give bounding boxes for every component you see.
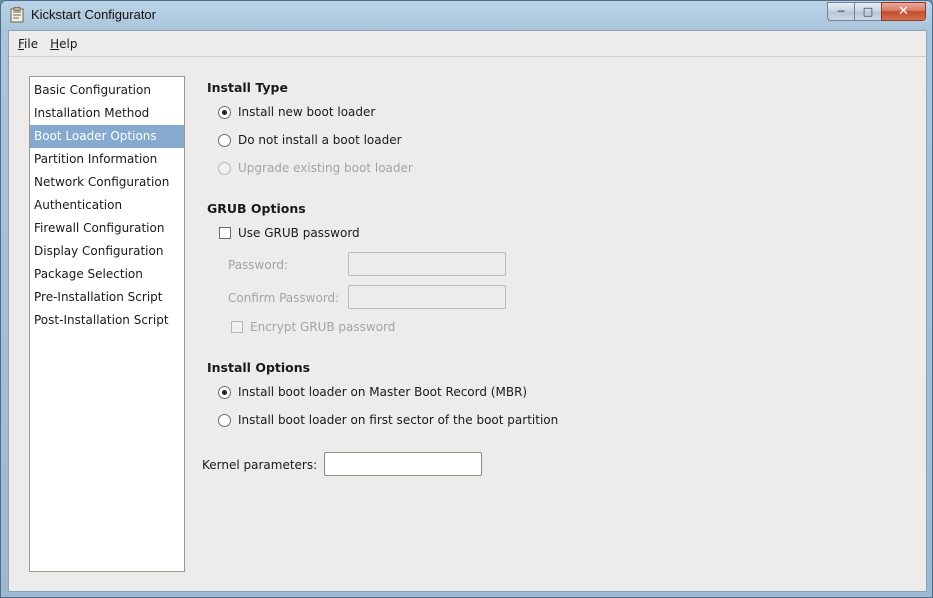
radio-indicator — [218, 161, 231, 175]
radio-indicator[interactable] — [218, 413, 231, 427]
sidebar-item-partition-information[interactable]: Partition Information — [30, 148, 184, 171]
boot-loader-panel: Install Type Install new boot loader Do … — [202, 76, 905, 576]
sidebar-item-installation-method[interactable]: Installation Method — [30, 102, 184, 125]
title-bar[interactable]: Kickstart Configurator ─ □ ✕ — [1, 1, 932, 30]
confirm-password-label: Confirm Password: — [228, 291, 340, 305]
checkbox-label: Use GRUB password — [238, 226, 360, 240]
radio-indicator[interactable] — [218, 385, 231, 399]
menu-bar: File Help — [9, 31, 926, 57]
sidebar-list: Basic Configuration Installation Method … — [29, 76, 185, 572]
radio-label: Install boot loader on Master Boot Recor… — [238, 385, 528, 399]
minimize-button[interactable]: ─ — [827, 2, 854, 21]
maximize-button[interactable]: □ — [854, 2, 881, 21]
minimize-icon: ─ — [837, 5, 845, 18]
password-label: Password: — [228, 258, 289, 272]
close-icon: ✕ — [898, 4, 909, 19]
sidebar-item-display-configuration[interactable]: Display Configuration — [30, 240, 184, 263]
password-input — [348, 252, 506, 276]
radio-label: Upgrade existing boot loader — [238, 161, 413, 175]
menu-help[interactable]: Help — [44, 37, 83, 51]
window-title: Kickstart Configurator — [31, 7, 156, 22]
client-area: File Help Basic Configuration Installati… — [8, 30, 927, 592]
kernel-parameters-input[interactable] — [324, 452, 482, 476]
radio-install-new[interactable]: Install new boot loader — [218, 105, 375, 119]
sidebar-item-network-configuration[interactable]: Network Configuration — [30, 171, 184, 194]
checkbox-use-grub-password[interactable]: Use GRUB password — [219, 226, 360, 240]
app-icon — [10, 7, 24, 23]
sidebar-item-authentication[interactable]: Authentication — [30, 194, 184, 217]
sidebar-item-boot-loader-options[interactable]: Boot Loader Options — [30, 125, 184, 148]
radio-do-not-install[interactable]: Do not install a boot loader — [218, 133, 402, 147]
close-button[interactable]: ✕ — [881, 2, 926, 21]
app-window: Kickstart Configurator ─ □ ✕ File Help B… — [0, 0, 933, 598]
sidebar-item-post-installation-script[interactable]: Post-Installation Script — [30, 309, 184, 332]
radio-install-first-sector[interactable]: Install boot loader on first sector of t… — [218, 413, 558, 427]
radio-label: Install new boot loader — [238, 105, 376, 119]
radio-install-mbr[interactable]: Install boot loader on Master Boot Recor… — [218, 385, 527, 399]
radio-upgrade-existing: Upgrade existing boot loader — [218, 161, 413, 175]
checkbox-indicator — [231, 321, 243, 333]
sidebar-item-basic-configuration[interactable]: Basic Configuration — [30, 79, 184, 102]
menu-file[interactable]: File — [12, 37, 44, 51]
sidebar-item-pre-installation-script[interactable]: Pre-Installation Script — [30, 286, 184, 309]
confirm-password-input — [348, 285, 506, 309]
sidebar-item-package-selection[interactable]: Package Selection — [30, 263, 184, 286]
sidebar-item-firewall-configuration[interactable]: Firewall Configuration — [30, 217, 184, 240]
install-type-title: Install Type — [207, 80, 288, 95]
radio-indicator[interactable] — [218, 105, 231, 119]
checkbox-encrypt-grub-password: Encrypt GRUB password — [231, 320, 395, 334]
grub-options-title: GRUB Options — [207, 201, 306, 216]
radio-indicator[interactable] — [218, 133, 231, 147]
checkbox-label: Encrypt GRUB password — [250, 320, 396, 334]
checkbox-indicator[interactable] — [219, 227, 231, 239]
radio-label: Do not install a boot loader — [238, 133, 402, 147]
maximize-icon: □ — [862, 5, 874, 18]
radio-label: Install boot loader on first sector of t… — [238, 413, 559, 427]
kernel-parameters-label: Kernel parameters: — [202, 458, 318, 472]
install-options-title: Install Options — [207, 360, 311, 375]
window-controls: ─ □ ✕ — [827, 2, 926, 21]
